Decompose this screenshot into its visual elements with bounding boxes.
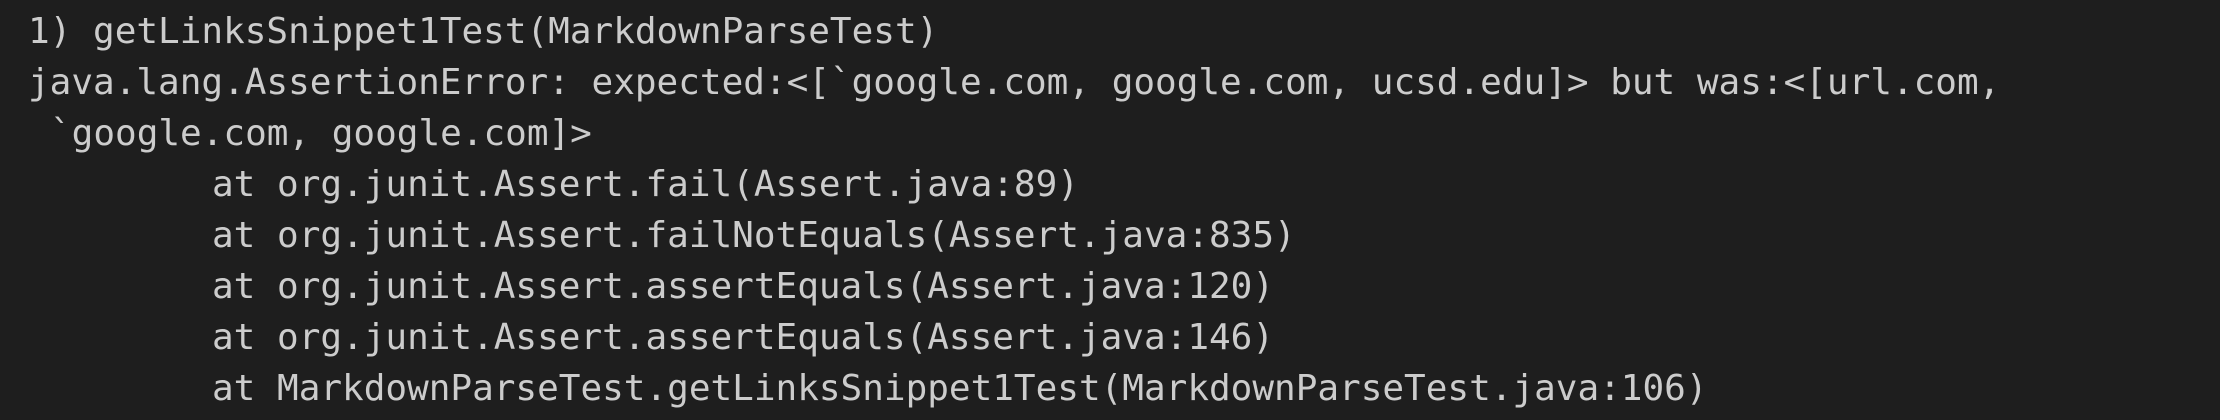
stack-trace-line: at org.junit.Assert.failNotEquals(Assert… — [212, 215, 1296, 256]
assertion-error-continuation: `google.com, google.com]> — [50, 113, 592, 154]
stack-trace-line: at org.junit.Assert.assertEquals(Assert.… — [212, 317, 1275, 358]
stack-trace-line: at org.junit.Assert.fail(Assert.java:89) — [212, 164, 1079, 205]
test-failure-header: 1) getLinksSnippet1Test(MarkdownParseTes… — [28, 11, 939, 52]
terminal-output[interactable]: 1) getLinksSnippet1Test(MarkdownParseTes… — [0, 0, 2220, 420]
stack-trace-line: at MarkdownParseTest.getLinksSnippet1Tes… — [212, 368, 1708, 409]
assertion-error-line: java.lang.AssertionError: expected:<[`go… — [28, 62, 2001, 103]
stack-trace-line: at org.junit.Assert.assertEquals(Assert.… — [212, 266, 1275, 307]
